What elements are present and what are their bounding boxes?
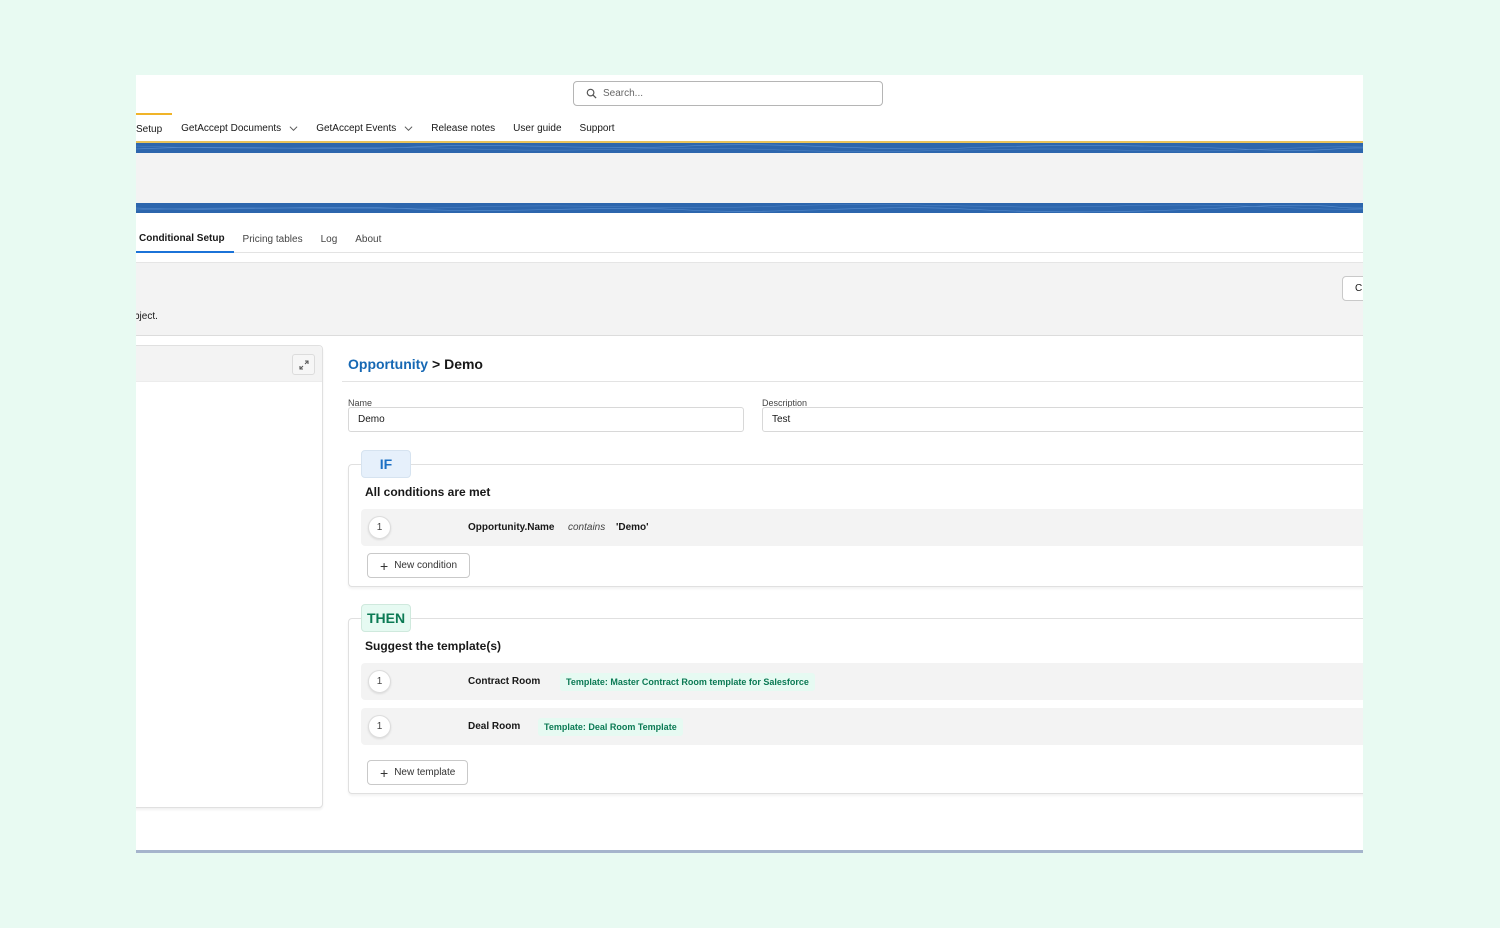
nav-item-support[interactable]: Support xyxy=(571,113,624,143)
search-input[interactable] xyxy=(603,88,863,99)
page-subheader: bject. C xyxy=(136,262,1363,336)
nav-item-label: Release notes xyxy=(431,122,496,134)
nav-item-label: Setup xyxy=(136,123,163,135)
condition-number: 1 xyxy=(368,516,391,539)
tab-log[interactable]: Log xyxy=(312,225,347,253)
global-search[interactable] xyxy=(573,81,883,106)
then-pill: THEN xyxy=(361,604,411,632)
app-nav-bar: Setup GetAccept Documents GetAccept Even… xyxy=(136,113,624,143)
template-row[interactable]: 1 Contract Room Template: Master Contrac… xyxy=(361,663,1363,700)
template-room-name: Deal Room xyxy=(468,721,521,732)
if-pill: IF xyxy=(361,450,411,478)
nav-item-getaccept-documents[interactable]: GetAccept Documents xyxy=(172,113,307,143)
page-banner xyxy=(136,153,1363,203)
nav-item-getaccept-events[interactable]: GetAccept Events xyxy=(307,113,422,143)
nav-item-label: GetAccept Documents xyxy=(181,122,282,134)
new-template-label: New template xyxy=(394,767,456,778)
nav-item-user-guide[interactable]: User guide xyxy=(504,113,570,143)
tab-pricing-tables[interactable]: Pricing tables xyxy=(234,225,312,253)
new-condition-button[interactable]: + New condition xyxy=(367,553,470,578)
condition-operator: contains xyxy=(568,522,606,533)
nav-item-label: GetAccept Events xyxy=(316,122,397,134)
breadcrumb-separator: > xyxy=(428,356,445,372)
template-badge: Template: Master Contract Room template … xyxy=(560,672,815,691)
template-number: 1 xyxy=(368,670,391,693)
divider xyxy=(342,381,1363,382)
breadcrumb-record: Demo xyxy=(444,356,483,372)
if-block-title: All conditions are met xyxy=(365,485,491,499)
new-condition-label: New condition xyxy=(394,560,457,571)
chevron-down-icon[interactable] xyxy=(404,124,413,133)
description-field[interactable] xyxy=(762,407,1363,432)
create-button[interactable]: C xyxy=(1342,276,1363,301)
app-window: Setup GetAccept Documents GetAccept Even… xyxy=(136,75,1363,853)
brand-band-top xyxy=(136,143,1363,153)
expand-button[interactable] xyxy=(292,354,315,375)
plus-icon: + xyxy=(380,557,389,574)
new-template-button[interactable]: + New template xyxy=(367,760,469,785)
tab-bar: Conditional Setup Pricing tables Log Abo… xyxy=(136,225,1363,253)
tab-conditional-setup[interactable]: Conditional Setup xyxy=(136,225,234,253)
nav-item-release-notes[interactable]: Release notes xyxy=(422,113,504,143)
template-room-name: Contract Room xyxy=(468,676,541,687)
expand-icon xyxy=(298,359,309,370)
tab-about[interactable]: About xyxy=(346,225,390,253)
then-block: THEN Suggest the template(s) 1 Contract … xyxy=(348,604,1363,794)
plus-icon: + xyxy=(380,764,389,781)
then-block-title: Suggest the template(s) xyxy=(365,639,502,653)
template-number: 1 xyxy=(368,715,391,738)
condition-value: 'Demo' xyxy=(616,522,649,533)
name-field[interactable] xyxy=(348,407,744,432)
brand-band-bottom xyxy=(136,203,1363,213)
breadcrumb: Opportunity > Demo xyxy=(348,356,483,372)
rules-list-header xyxy=(136,346,322,382)
condition-field: Opportunity.Name xyxy=(468,522,555,533)
nav-item-label: User guide xyxy=(513,122,562,134)
nav-item-label: Support xyxy=(579,122,615,134)
search-icon xyxy=(586,88,597,99)
page-description: bject. xyxy=(136,311,158,322)
chevron-down-icon[interactable] xyxy=(289,124,298,133)
template-row[interactable]: 1 Deal Room Template: Deal Room Template xyxy=(361,708,1363,745)
condition-row[interactable]: 1 Opportunity.Name contains 'Demo' xyxy=(361,509,1363,546)
template-badge: Template: Deal Room Template xyxy=(538,717,683,736)
if-block: IF All conditions are met 1 Opportunity.… xyxy=(348,450,1363,587)
rules-list-panel xyxy=(136,345,323,808)
create-button-label: C xyxy=(1355,283,1363,294)
nav-item-setup[interactable]: Setup xyxy=(136,113,173,143)
breadcrumb-object-link[interactable]: Opportunity xyxy=(348,356,428,372)
